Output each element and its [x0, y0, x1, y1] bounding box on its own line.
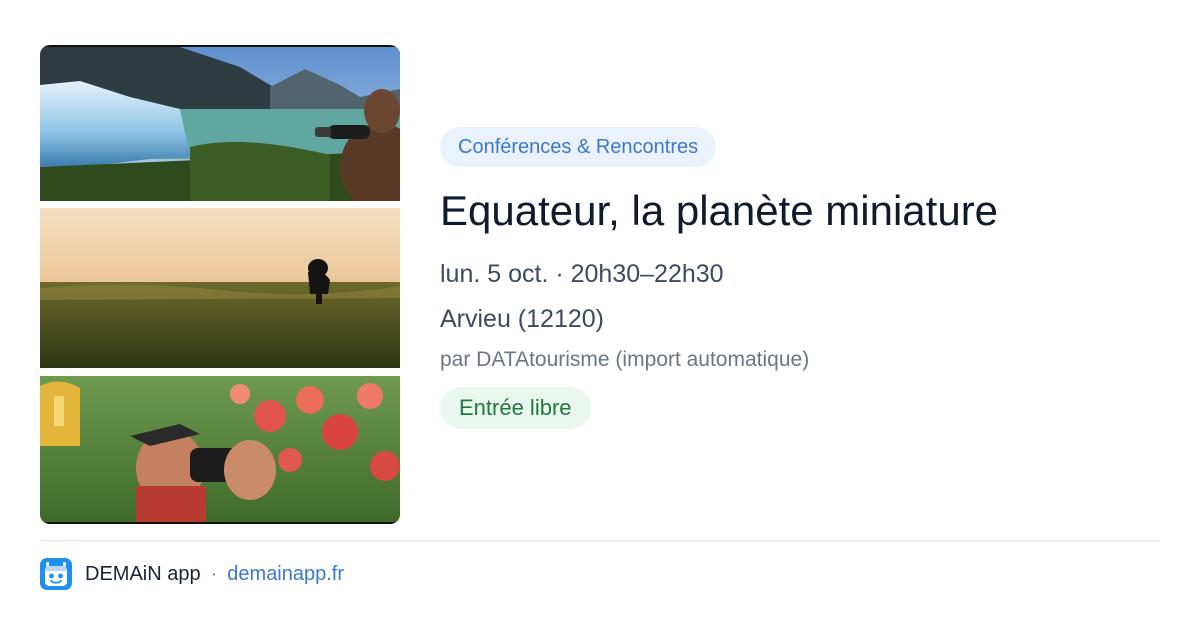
event-title: Equateur, la planète miniature	[440, 187, 999, 234]
price-badge: Entrée libre	[440, 387, 591, 429]
footer-divider	[40, 540, 1160, 541]
footer-separator: ·	[210, 562, 218, 585]
category-badge: Conférences & Rencontres	[440, 127, 717, 167]
glacier-photographer-photo	[40, 47, 400, 201]
event-location: Arvieu (12120)	[440, 305, 604, 333]
image-divider	[40, 201, 400, 208]
flowers-camera-photo	[40, 376, 400, 522]
event-details: Conférences & Rencontres Equateur, la pl…	[440, 127, 1160, 429]
event-image	[40, 45, 400, 524]
image-divider	[40, 368, 400, 376]
demain-app-logo-icon	[40, 558, 72, 590]
domain-link[interactable]: demainapp.fr	[227, 563, 344, 586]
app-name: DEMAiN app	[85, 562, 201, 585]
event-date-time: lun. 5 oct. · 20h30–22h30	[440, 260, 724, 288]
footer: DEMAiN app · demainapp.fr	[40, 558, 344, 590]
event-organizer: par DATAtourisme (import automatique)	[440, 348, 810, 371]
meadow-photographer-photo	[40, 208, 400, 368]
